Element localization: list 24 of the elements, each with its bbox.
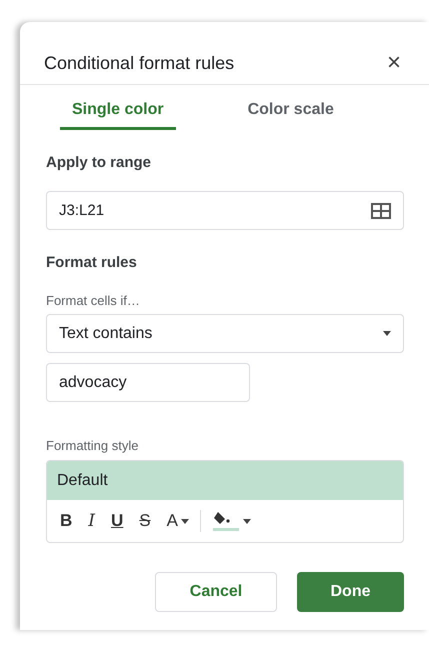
underline-button[interactable]: U [106, 511, 128, 531]
close-button[interactable]: × [380, 49, 407, 77]
paint-bucket-icon [212, 510, 240, 532]
section-heading: Format rules [46, 254, 138, 271]
caret-icon [180, 518, 189, 524]
range-field[interactable]: J3:L21 [46, 191, 404, 230]
bold-button[interactable]: B [55, 511, 78, 531]
text-color-button[interactable]: A [162, 511, 194, 531]
field-label: Format cells if… [46, 293, 141, 308]
panel-title: Conditional format rules [44, 52, 234, 74]
strike-button[interactable]: S [134, 511, 156, 531]
style-preview[interactable]: Default [47, 461, 403, 500]
caret-icon [242, 518, 251, 524]
italic-button[interactable]: I [83, 511, 100, 531]
caret-icon [383, 331, 391, 336]
grid-icon [371, 202, 391, 218]
condition-dropdown[interactable]: Text contains [46, 314, 404, 353]
field-label: Formatting style [46, 438, 140, 453]
section-heading: Apply to range [46, 154, 152, 171]
tab[interactable]: Single color [60, 99, 176, 130]
value-field[interactable]: advocacy [46, 363, 250, 402]
cancel-button[interactable]: Cancel [155, 572, 277, 612]
tab[interactable]: Color scale [236, 99, 346, 130]
done-button[interactable]: Done [297, 572, 404, 612]
